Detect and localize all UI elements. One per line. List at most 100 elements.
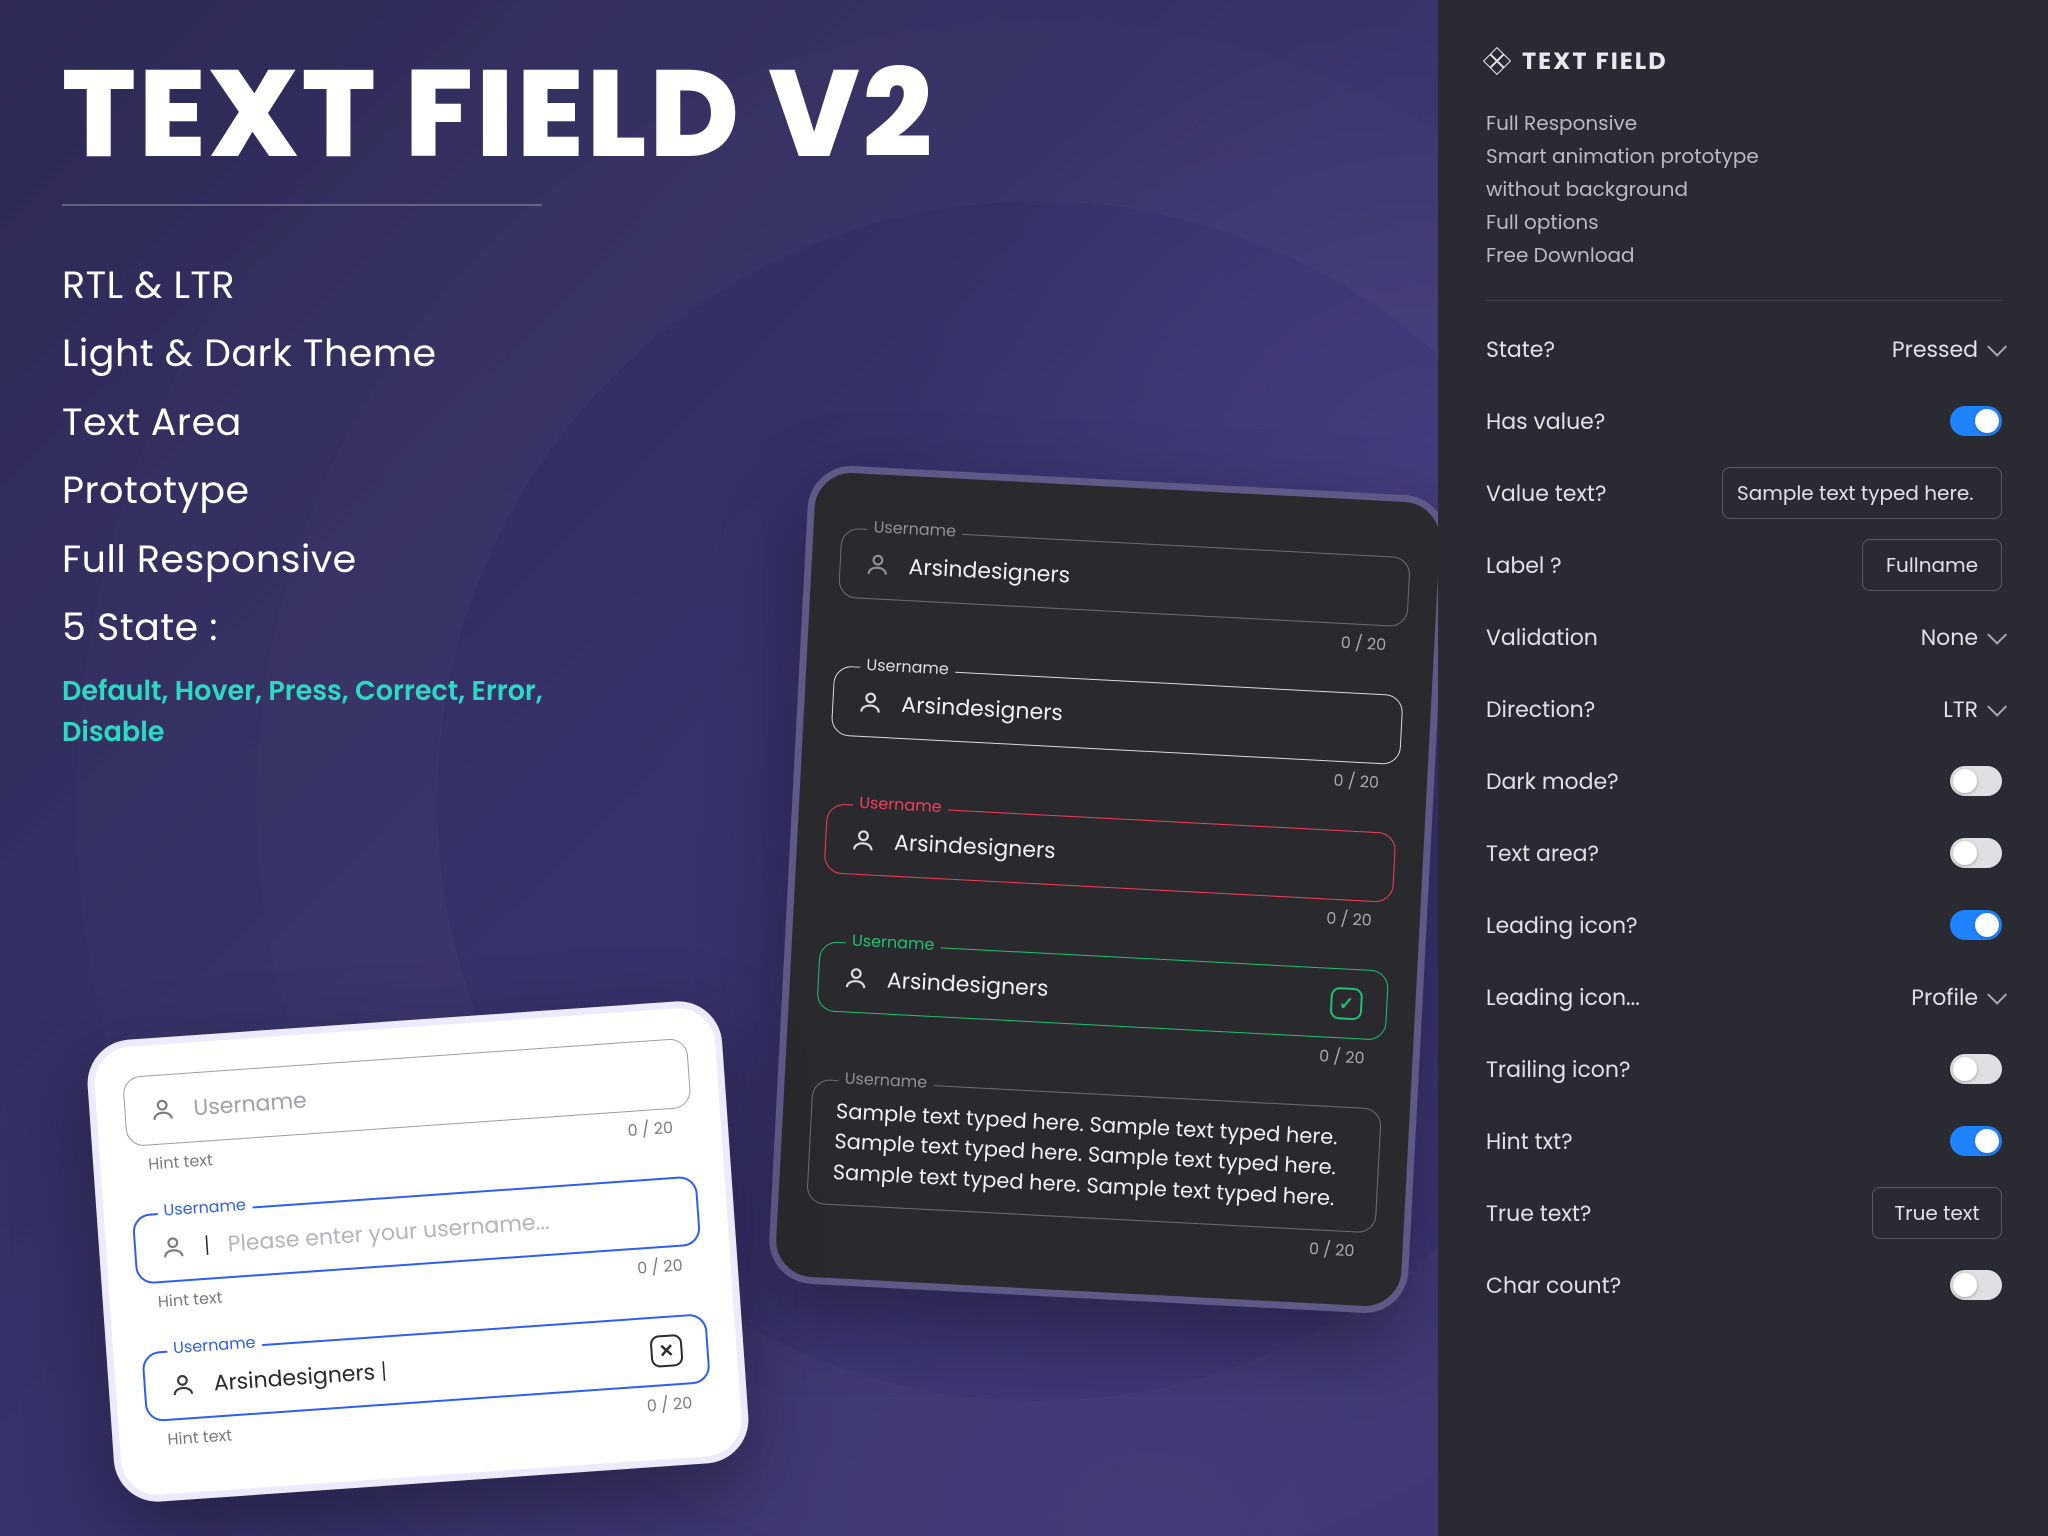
direction-select[interactable]: LTR bbox=[1943, 693, 2002, 726]
leading-icon-select[interactable]: Profile bbox=[1911, 981, 2002, 1014]
prop-direction: Direction? LTR bbox=[1486, 673, 2002, 745]
char-counter: 0 / 20 bbox=[1340, 630, 1387, 657]
char-counter: 0 / 20 bbox=[636, 1253, 683, 1281]
true-text-input[interactable] bbox=[1872, 1187, 2002, 1239]
label-text-input[interactable] bbox=[1862, 539, 2002, 591]
user-icon bbox=[169, 1371, 197, 1399]
prop-label: Has value? bbox=[1486, 405, 1605, 438]
panel-header: TEXT FIELD bbox=[1486, 44, 2002, 79]
field-label: Username bbox=[845, 927, 941, 957]
prop-label: True text? bbox=[1486, 1197, 1591, 1230]
feature-item: Text Area bbox=[62, 389, 962, 457]
field-value: Arsindesigners bbox=[212, 1354, 387, 1399]
desc-line: Smart animation prototype bbox=[1486, 140, 2002, 173]
dark-phone-mock: Username Arsindesigners 0 / 20 Username … bbox=[767, 464, 1438, 1316]
char-counter: 0 / 20 bbox=[1333, 768, 1380, 795]
dark-mode-toggle[interactable] bbox=[1950, 766, 2002, 796]
prop-hint-txt: Hint txt? bbox=[1486, 1105, 2002, 1177]
select-value: Pressed bbox=[1892, 333, 1978, 366]
chevron-down-icon bbox=[1987, 337, 2007, 357]
field-label: Username bbox=[838, 1065, 934, 1095]
field-label: Username bbox=[853, 790, 949, 820]
select-value: LTR bbox=[1943, 693, 1978, 726]
field-placeholder: Please enter your username... bbox=[227, 1204, 551, 1259]
prop-leading-icon: Leading icon? bbox=[1486, 889, 2002, 961]
check-icon: ✓ bbox=[1330, 987, 1364, 1021]
hero-title: TEXT FIELD V2 bbox=[62, 50, 962, 178]
prop-label: Leading icon... bbox=[1486, 981, 1640, 1014]
prop-value-text: Value text? bbox=[1486, 457, 2002, 529]
trailing-icon-toggle[interactable] bbox=[1950, 1054, 2002, 1084]
leading-icon-toggle[interactable] bbox=[1950, 910, 2002, 940]
field-label: Username bbox=[860, 652, 956, 682]
prop-label: Label ? bbox=[1486, 549, 1562, 582]
prop-label: Label ? bbox=[1486, 529, 2002, 601]
prop-trailing-icon: Trailing icon? bbox=[1486, 1033, 2002, 1105]
select-value: Profile bbox=[1911, 981, 1978, 1014]
prop-label: Leading icon? bbox=[1486, 909, 1638, 942]
select-value: None bbox=[1921, 621, 1978, 654]
user-icon bbox=[857, 689, 884, 716]
prop-text-area: Text area? bbox=[1486, 817, 2002, 889]
field-label: Username bbox=[867, 514, 963, 544]
char-counter: 0 / 20 bbox=[627, 1115, 674, 1143]
properties-panel: TEXT FIELD Full Responsive Smart animati… bbox=[1438, 0, 2048, 1536]
prop-dark-mode: Dark mode? bbox=[1486, 745, 2002, 817]
field-placeholder: Username bbox=[192, 1083, 307, 1124]
value-text-input[interactable] bbox=[1722, 467, 2002, 519]
prop-label: Dark mode? bbox=[1486, 765, 1619, 798]
text-area-toggle[interactable] bbox=[1950, 838, 2002, 868]
desc-line: without background bbox=[1486, 173, 2002, 206]
divider bbox=[62, 204, 542, 206]
clear-icon[interactable]: ✕ bbox=[649, 1334, 683, 1368]
user-icon bbox=[842, 964, 869, 991]
panel-title: TEXT FIELD bbox=[1522, 44, 1668, 79]
char-count-toggle[interactable] bbox=[1950, 1270, 2002, 1300]
light-phone-mock: Username Hint text0 / 20 Username | Plea… bbox=[85, 998, 752, 1504]
validation-select[interactable]: None bbox=[1921, 621, 2002, 654]
desc-line: Free Download bbox=[1486, 239, 2002, 272]
panel-description: Full Responsive Smart animation prototyp… bbox=[1486, 107, 2002, 301]
user-icon bbox=[149, 1096, 177, 1124]
hint-txt-toggle[interactable] bbox=[1950, 1126, 2002, 1156]
prop-label: Trailing icon? bbox=[1486, 1053, 1631, 1086]
prop-label: Char count? bbox=[1486, 1269, 1621, 1302]
prop-label: Validation bbox=[1486, 621, 1598, 654]
field-value: Arsindesigners bbox=[893, 825, 1056, 866]
char-counter: 0 / 20 bbox=[1318, 1043, 1365, 1070]
prop-label: Text area? bbox=[1486, 837, 1599, 870]
prop-label: Direction? bbox=[1486, 693, 1595, 726]
states-list: Default, Hover, Press, Correct, Error, D… bbox=[62, 672, 572, 753]
prop-validation: Validation None bbox=[1486, 601, 2002, 673]
chevron-down-icon bbox=[1987, 625, 2007, 645]
prop-true-text: True text? bbox=[1486, 1177, 2002, 1249]
chevron-down-icon bbox=[1987, 697, 2007, 717]
char-counter: 0 / 20 bbox=[646, 1390, 693, 1418]
hint-text: Hint text bbox=[147, 1147, 213, 1176]
state-select[interactable]: Pressed bbox=[1892, 333, 2002, 366]
prop-leading-icon-type: Leading icon... Profile bbox=[1486, 961, 2002, 1033]
desc-line: Full options bbox=[1486, 206, 2002, 239]
desc-line: Full Responsive bbox=[1486, 107, 2002, 140]
prop-has-value: Has value? bbox=[1486, 385, 2002, 457]
user-icon bbox=[159, 1233, 187, 1261]
field-value: Arsindesigners bbox=[908, 550, 1071, 591]
prop-label: Value text? bbox=[1486, 477, 1606, 510]
prop-label: Hint txt? bbox=[1486, 1125, 1573, 1158]
user-icon bbox=[864, 551, 891, 578]
hint-text: Hint text bbox=[167, 1422, 233, 1451]
char-counter: 0 / 20 bbox=[1326, 905, 1373, 932]
chevron-down-icon bbox=[1987, 985, 2007, 1005]
field-value: Arsindesigners bbox=[901, 687, 1064, 728]
field-value: Arsindesigners bbox=[886, 963, 1049, 1004]
component-icon bbox=[1486, 51, 1508, 73]
hint-text: Hint text bbox=[157, 1285, 223, 1314]
prop-state: State? Pressed bbox=[1486, 313, 2002, 385]
char-counter: 0 / 20 bbox=[1308, 1236, 1355, 1263]
user-icon bbox=[850, 826, 877, 853]
feature-item: Light & Dark Theme bbox=[62, 320, 962, 388]
feature-item: RTL & LTR bbox=[62, 252, 962, 320]
has-value-toggle[interactable] bbox=[1950, 406, 2002, 436]
prop-char-count: Char count? bbox=[1486, 1249, 2002, 1321]
prop-label: State? bbox=[1486, 333, 1555, 366]
